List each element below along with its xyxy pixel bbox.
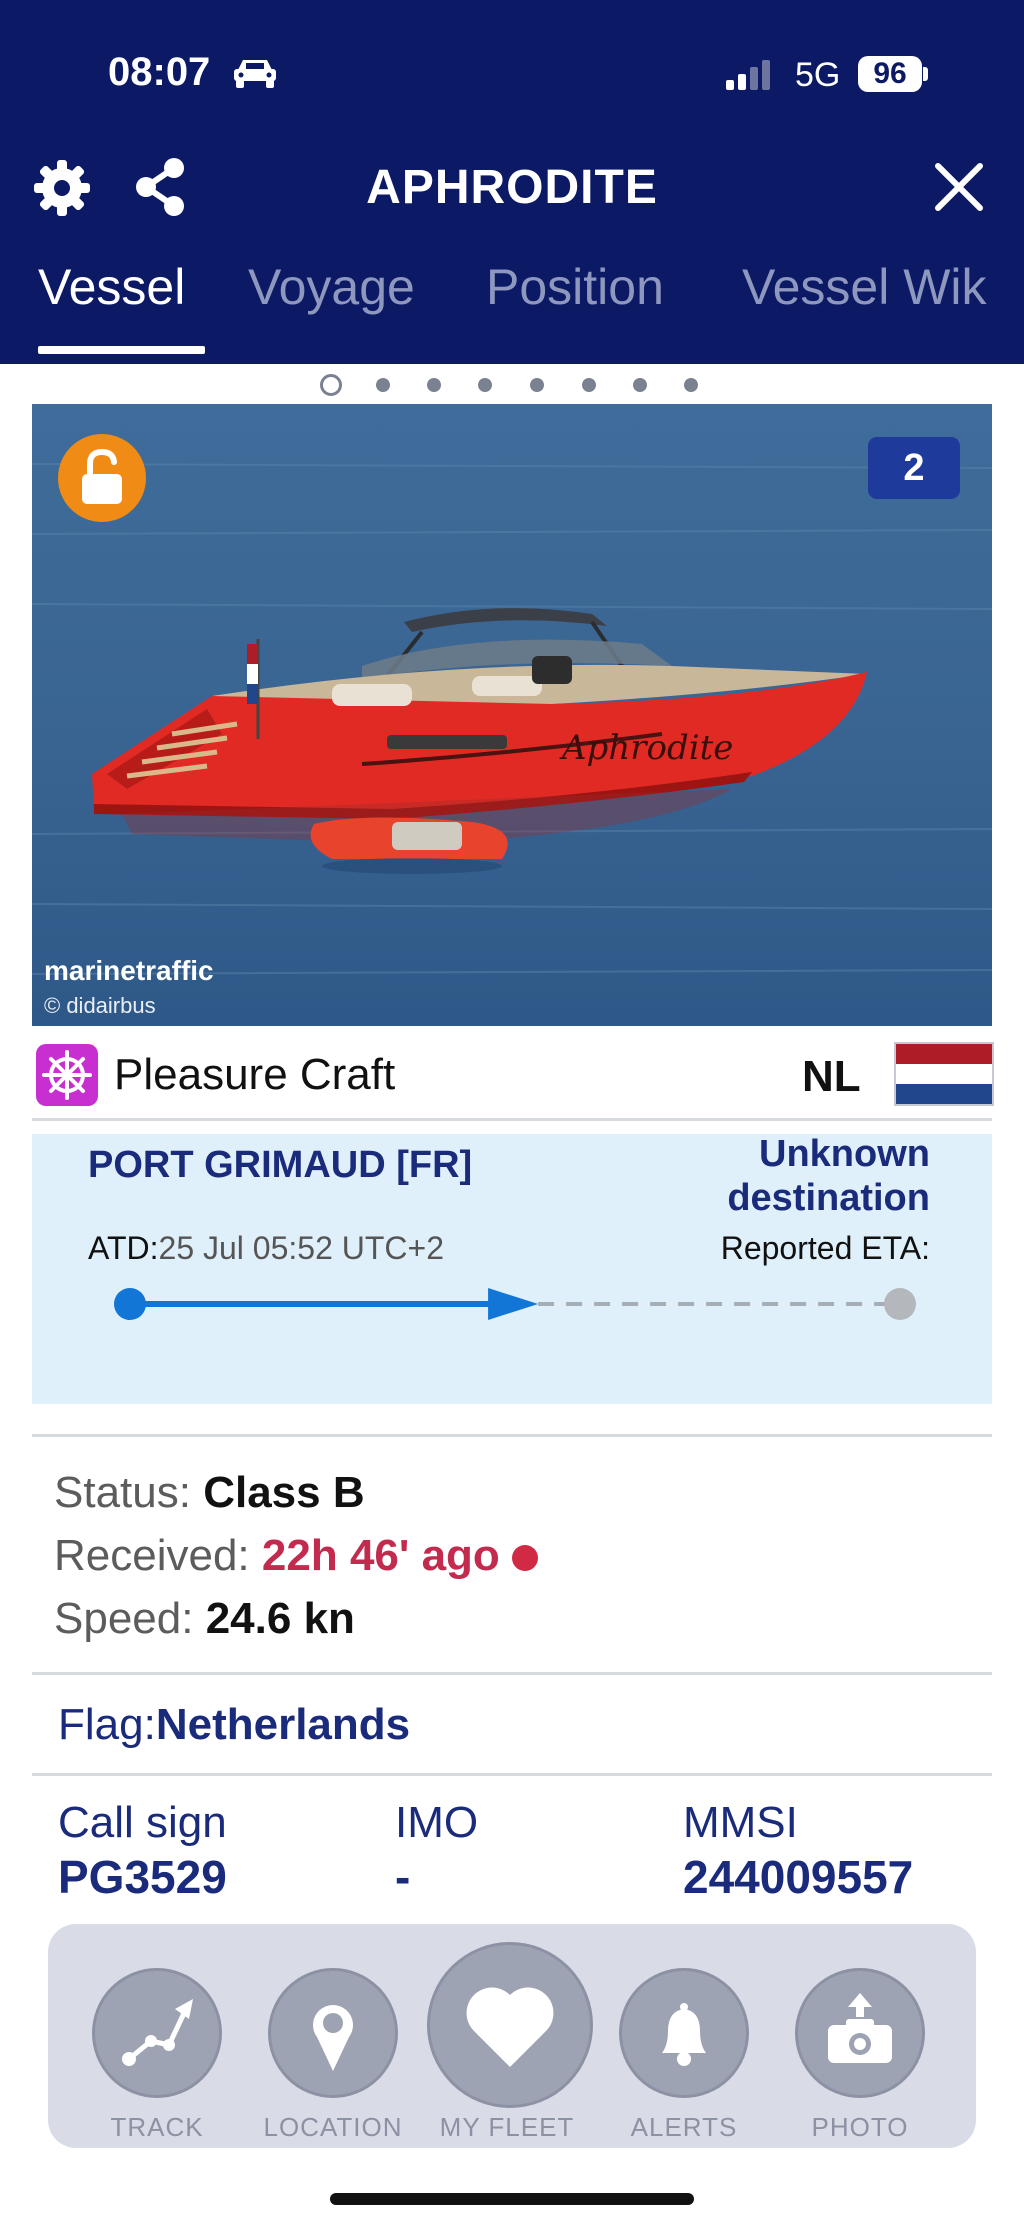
- stale-indicator-dot: [511, 1545, 538, 1572]
- received-label: Received:: [54, 1531, 250, 1580]
- voyage-progress-bar: [114, 1288, 916, 1320]
- divider: [32, 1434, 992, 1437]
- my-fleet-button[interactable]: [427, 1942, 593, 2108]
- close-icon[interactable]: [934, 162, 984, 212]
- flag-stripe-red: [896, 1044, 992, 1064]
- heart-icon: [466, 1987, 554, 2067]
- flag-label: Flag:: [58, 1700, 156, 1749]
- destination: Unknown destination: [600, 1132, 930, 1220]
- vessel-title: APHRODITE: [366, 161, 658, 214]
- pager-dot[interactable]: [376, 378, 390, 392]
- hull-name: Aphrodite: [559, 728, 733, 768]
- active-tab-indicator: [38, 346, 205, 354]
- callsign-value: PG3529: [58, 1851, 227, 1903]
- divider: [32, 1672, 992, 1675]
- flag-value: Netherlands: [155, 1700, 411, 1749]
- pager-dot-active[interactable]: [320, 374, 342, 396]
- battery-tip: [923, 67, 928, 81]
- location-pin-icon: [313, 2005, 353, 2071]
- origin-marker: [114, 1288, 146, 1320]
- bell-icon: [662, 2003, 706, 2066]
- photo-credit: © didairbus: [44, 993, 156, 1018]
- atd: ATD:25 Jul 05:52 UTC+2: [88, 1230, 444, 1267]
- tab-vessel-wiki[interactable]: Vessel Wik: [742, 258, 987, 316]
- imo-value: -: [395, 1851, 411, 1903]
- photo-label[interactable]: PHOTO: [775, 2112, 945, 2143]
- unlock-badge[interactable]: [58, 434, 146, 522]
- pager-dot[interactable]: [684, 378, 698, 392]
- pager-dot[interactable]: [530, 378, 544, 392]
- signal-icon: [726, 60, 770, 90]
- boat-image: Aphrodite: [32, 404, 992, 1026]
- departure-port[interactable]: PORT GRIMAUD [FR]: [88, 1144, 472, 1187]
- network-type: 5G: [795, 56, 841, 94]
- flag-row: Flag:Netherlands: [58, 1700, 410, 1750]
- mmsi-value: 244009557: [683, 1851, 914, 1903]
- atd-label: ATD:: [88, 1230, 159, 1266]
- destination-line-2: destination: [727, 1177, 930, 1219]
- country-code: NL: [802, 1052, 861, 1101]
- tab-vessel[interactable]: Vessel: [38, 258, 185, 316]
- divider: [32, 1773, 992, 1776]
- camera-upload-icon: [828, 1993, 892, 2063]
- progress-arrow: [488, 1288, 539, 1320]
- track-label[interactable]: TRACK: [72, 2112, 242, 2143]
- vessel-type: Pleasure Craft: [114, 1050, 396, 1099]
- photo-button[interactable]: [795, 1968, 925, 2098]
- tab-voyage[interactable]: Voyage: [248, 258, 415, 316]
- destination-line-1: Unknown: [759, 1133, 930, 1175]
- my-fleet-label[interactable]: MY FLEET: [422, 2112, 592, 2143]
- home-indicator: [330, 2193, 694, 2205]
- unlock-icon: [82, 448, 122, 504]
- vessel-type-icon: [36, 1044, 98, 1106]
- pager-dot[interactable]: [633, 378, 647, 392]
- vessel-photo[interactable]: Aphrodite: [32, 404, 992, 1026]
- battery-icon: 96: [858, 56, 922, 92]
- flag-stripe-blue: [896, 1083, 992, 1104]
- callsign-label: Call sign: [58, 1798, 227, 1847]
- received-row: Received: 22h 46' ago: [54, 1531, 538, 1581]
- received-value: 22h 46' ago: [261, 1531, 500, 1580]
- speed-label: Speed:: [54, 1594, 194, 1643]
- speed-row: Speed: 24.6 kn: [54, 1594, 355, 1644]
- divider: [32, 1118, 992, 1121]
- speed-value: 24.6 kn: [205, 1594, 355, 1643]
- watermark-logo: marinetraffic: [44, 955, 214, 986]
- pager-dot[interactable]: [427, 378, 441, 392]
- pager-dot[interactable]: [582, 378, 596, 392]
- track-icon: [122, 1999, 193, 2066]
- destination-marker: [884, 1288, 916, 1320]
- atd-value: 25 Jul 05:52 UTC+2: [158, 1230, 445, 1266]
- tab-position[interactable]: Position: [486, 258, 664, 316]
- helm-wheel-icon: [42, 1050, 92, 1100]
- alerts-label[interactable]: ALERTS: [599, 2112, 769, 2143]
- status-row: Status: Class B: [54, 1468, 365, 1518]
- photo-count-badge[interactable]: 2: [868, 437, 960, 499]
- alerts-button[interactable]: [619, 1968, 749, 2098]
- status-time: 08:07: [108, 50, 211, 94]
- flag-stripe-white: [896, 1063, 992, 1084]
- location-label[interactable]: LOCATION: [248, 2112, 418, 2143]
- status-value: Class B: [203, 1468, 365, 1517]
- status-label: Status:: [54, 1468, 191, 1517]
- flag-nl-icon: [894, 1042, 994, 1106]
- pager-dot[interactable]: [478, 378, 492, 392]
- track-button[interactable]: [92, 1968, 222, 2098]
- mmsi-label: MMSI: [683, 1798, 798, 1847]
- car-icon: [234, 60, 276, 88]
- imo-label: IMO: [395, 1798, 479, 1847]
- location-button[interactable]: [268, 1968, 398, 2098]
- reported-eta-label: Reported ETA:: [720, 1230, 930, 1266]
